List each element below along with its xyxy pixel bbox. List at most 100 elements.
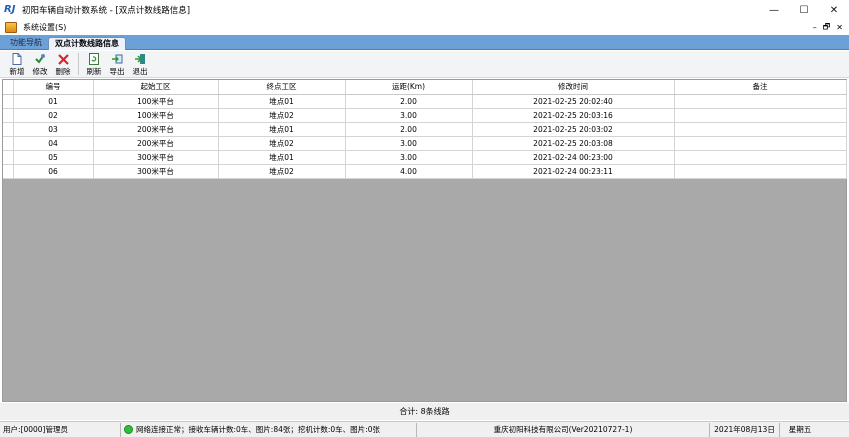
delete-button[interactable]: 删除 (52, 51, 74, 77)
cell-id[interactable]: 06 (13, 164, 94, 179)
title-bar: RJ 初阳车辆自动计数系统 - [双点计数线路信息] — ☐ ✕ (0, 0, 849, 20)
status-date: 2021年08月13日 (710, 422, 780, 437)
close-button[interactable]: ✕ (819, 0, 849, 20)
cell-id[interactable]: 01 (13, 94, 94, 109)
edit-button[interactable]: 修改 (29, 51, 51, 77)
exit-button[interactable]: 退出 (129, 51, 151, 77)
tab-function-nav[interactable]: 功能导航 (4, 37, 48, 50)
table-row[interactable]: 04 200米平台 堆点02 3.00 2021-02-25 20:03:08 (3, 136, 847, 151)
table-row[interactable]: 05 300米平台 堆点01 3.00 2021-02-24 00:23:00 (3, 150, 847, 165)
row-header[interactable] (3, 108, 14, 123)
exit-label: 退出 (132, 67, 148, 76)
minimize-button[interactable]: — (759, 0, 789, 20)
export-button[interactable]: 导出 (106, 51, 128, 77)
refresh-button[interactable]: 刷新 (83, 51, 105, 77)
cell-remarks[interactable] (674, 150, 847, 165)
cell-start-zone[interactable]: 100米平台 (93, 94, 219, 109)
cell-remarks[interactable] (674, 94, 847, 109)
tab-strip: 功能导航 双点计数线路信息 (0, 35, 849, 50)
cell-end-zone[interactable]: 堆点01 (218, 122, 346, 137)
header-remarks[interactable]: 备注 (674, 80, 847, 95)
cell-modified-time[interactable]: 2021-02-25 20:03:08 (472, 136, 675, 151)
cell-end-zone[interactable]: 堆点02 (218, 136, 346, 151)
mdi-restore-button[interactable]: 🗗 (823, 21, 831, 35)
new-button[interactable]: 新增 (6, 51, 28, 77)
row-header[interactable] (3, 150, 14, 165)
export-icon (111, 53, 123, 65)
cell-distance[interactable]: 3.00 (345, 136, 473, 151)
status-network: 网络连接正常；接收车辆计数:0车、图片:84张；挖机计数:0车、图片:0张 (121, 422, 417, 437)
header-id[interactable]: 编号 (13, 80, 94, 95)
cell-distance[interactable]: 3.00 (345, 108, 473, 123)
menu-system-settings[interactable]: 系统设置(S) (23, 22, 66, 33)
cell-modified-time[interactable]: 2021-02-25 20:02:40 (472, 94, 675, 109)
delete-icon (57, 53, 69, 65)
table-row[interactable]: 06 300米平台 堆点02 4.00 2021-02-24 00:23:11 (3, 164, 847, 179)
app-logo-icon: RJ (4, 4, 16, 15)
cell-modified-time[interactable]: 2021-02-25 20:03:02 (472, 122, 675, 137)
window-title: 初阳车辆自动计数系统 - [双点计数线路信息] (22, 6, 191, 16)
status-weekday: 星期五 (788, 424, 812, 434)
row-header[interactable] (3, 122, 14, 137)
cell-id[interactable]: 04 (13, 136, 94, 151)
cell-modified-time[interactable]: 2021-02-24 00:23:00 (472, 150, 675, 165)
status-network-text: 网络连接正常；接收车辆计数:0车、图片:84张；挖机计数:0车、图片:0张 (136, 424, 380, 434)
header-distance[interactable]: 运距(Km) (345, 80, 473, 95)
refresh-icon (88, 53, 100, 65)
mdi-controls: – 🗗 ✕ (813, 20, 843, 35)
cell-remarks[interactable] (674, 164, 847, 179)
cell-end-zone[interactable]: 堆点01 (218, 94, 346, 109)
table-row[interactable]: 02 100米平台 堆点02 3.00 2021-02-25 20:03:16 (3, 108, 847, 123)
cell-id[interactable]: 03 (13, 122, 94, 137)
mdi-close-button[interactable]: ✕ (836, 23, 843, 32)
mdi-minimize-button[interactable]: – (813, 23, 817, 32)
cell-id[interactable]: 02 (13, 108, 94, 123)
table-row[interactable]: 01 100米平台 堆点01 2.00 2021-02-25 20:02:40 (3, 94, 847, 109)
edit-icon (34, 53, 46, 65)
row-header[interactable] (3, 164, 14, 179)
header-start-zone[interactable]: 起始工区 (93, 80, 219, 95)
cell-distance[interactable]: 2.00 (345, 122, 473, 137)
table-row[interactable]: 03 200米平台 堆点01 2.00 2021-02-25 20:03:02 (3, 122, 847, 137)
cell-distance[interactable]: 4.00 (345, 164, 473, 179)
row-header-corner (3, 80, 14, 95)
exit-icon (134, 53, 146, 65)
cell-start-zone[interactable]: 300米平台 (93, 150, 219, 165)
cell-modified-time[interactable]: 2021-02-24 00:23:11 (472, 164, 675, 179)
data-grid-area: 编号 起始工区 终点工区 运距(Km) 修改时间 备注 01 100米平台 堆点… (2, 79, 847, 402)
cell-remarks[interactable] (674, 108, 847, 123)
header-end-zone[interactable]: 终点工区 (218, 80, 346, 95)
table-header-row: 编号 起始工区 终点工区 运距(Km) 修改时间 备注 (3, 80, 847, 95)
export-label: 导出 (109, 67, 125, 76)
tab-route-info[interactable]: 双点计数线路信息 (48, 37, 126, 50)
cell-remarks[interactable] (674, 136, 847, 151)
refresh-label: 刷新 (86, 67, 102, 76)
cell-modified-time[interactable]: 2021-02-25 20:03:16 (472, 108, 675, 123)
total-summary: 合计: 8条线路 (0, 403, 849, 420)
route-table: 编号 起始工区 终点工区 运距(Km) 修改时间 备注 01 100米平台 堆点… (3, 80, 847, 179)
row-header[interactable] (3, 94, 14, 109)
cell-start-zone[interactable]: 100米平台 (93, 108, 219, 123)
header-modified-time[interactable]: 修改时间 (472, 80, 675, 95)
cell-start-zone[interactable]: 200米平台 (93, 136, 219, 151)
cell-end-zone[interactable]: 堆点02 (218, 108, 346, 123)
status-company: 重庆初阳科技有限公司(Ver20210727-1) (417, 422, 710, 437)
cell-start-zone[interactable]: 300米平台 (93, 164, 219, 179)
row-header[interactable] (3, 136, 14, 151)
cell-end-zone[interactable]: 堆点01 (218, 150, 346, 165)
cell-remarks[interactable] (674, 122, 847, 137)
network-status-icon (124, 425, 133, 434)
cell-distance[interactable]: 2.00 (345, 94, 473, 109)
cell-id[interactable]: 05 (13, 150, 94, 165)
cell-distance[interactable]: 3.00 (345, 150, 473, 165)
maximize-button[interactable]: ☐ (789, 0, 819, 20)
edit-label: 修改 (32, 67, 48, 76)
status-bar: 用户:[0000]管理员 网络连接正常；接收车辆计数:0车、图片:84张；挖机计… (0, 421, 849, 437)
new-doc-icon (11, 53, 23, 65)
new-label: 新增 (9, 67, 25, 76)
delete-label: 删除 (55, 67, 71, 76)
cell-end-zone[interactable]: 堆点02 (218, 164, 346, 179)
window-controls: — ☐ ✕ (759, 0, 849, 20)
cell-start-zone[interactable]: 200米平台 (93, 122, 219, 137)
settings-menu-icon (5, 22, 17, 33)
